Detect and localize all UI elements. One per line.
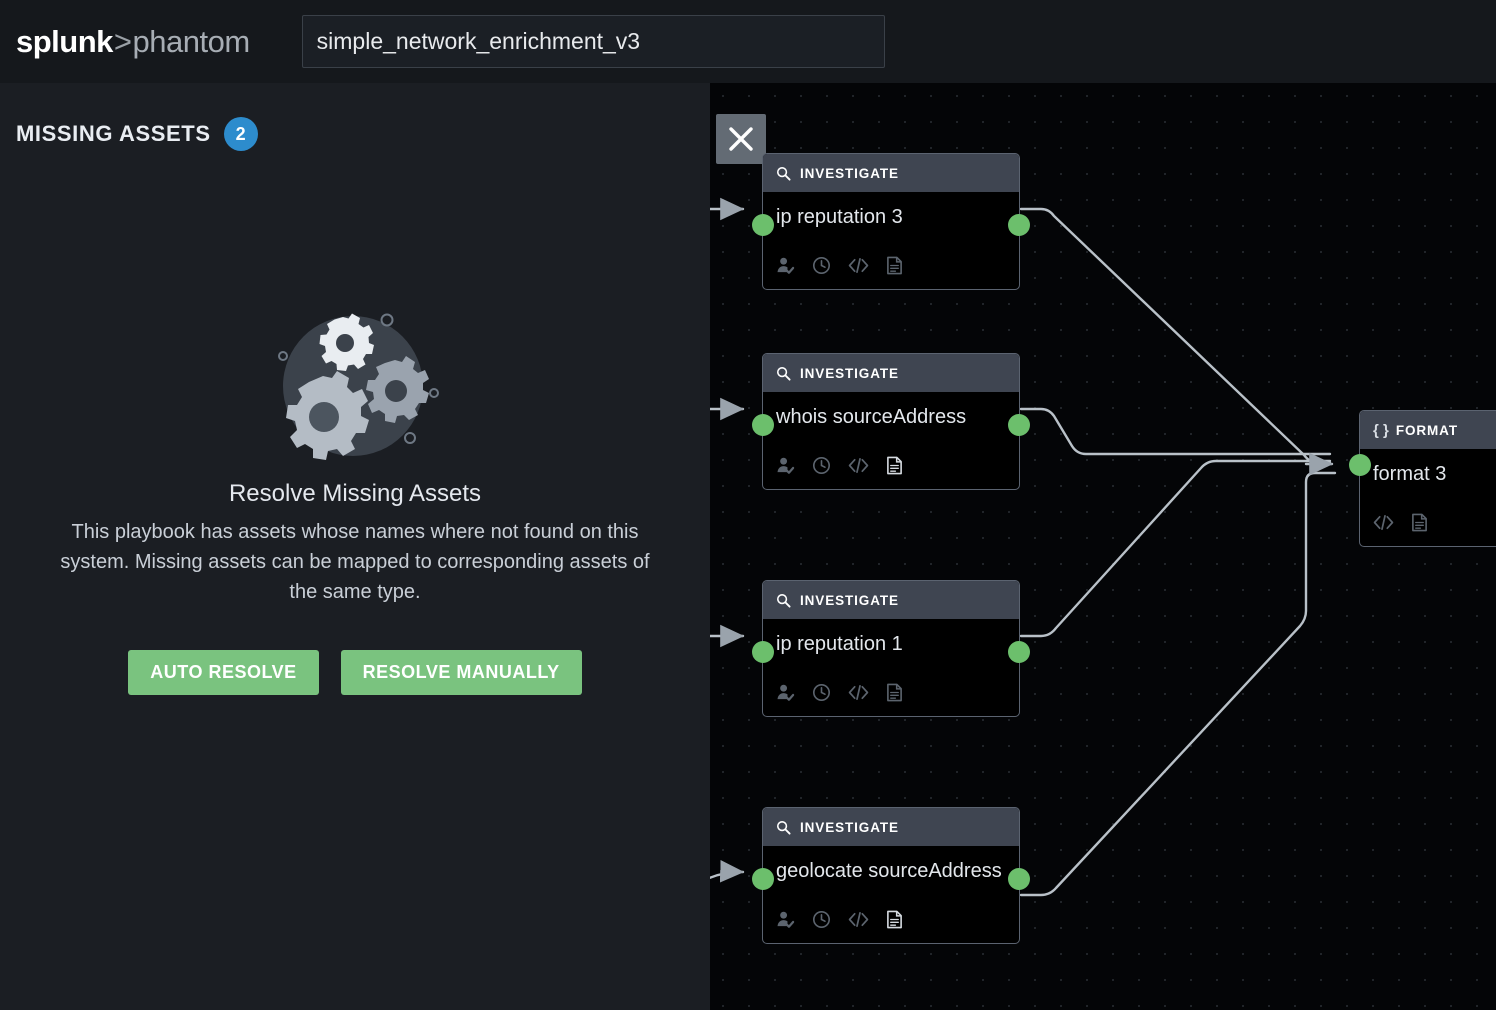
node-input-port[interactable] [752,641,774,663]
approver-icon[interactable] [776,910,795,929]
gears-illustration [278,313,439,460]
app-header: splunk>phantom [0,0,1496,83]
clock-icon[interactable] [812,256,831,275]
note-icon[interactable] [886,256,903,275]
action-node-ip-reputation-1[interactable]: INVESTIGATE ip reputation 1 [752,580,1030,717]
node-kind-label: FORMAT [1395,422,1458,438]
code-icon[interactable] [848,910,869,929]
code-icon[interactable] [848,683,869,702]
node-kind-label: INVESTIGATE [800,365,899,381]
empty-state-description: This playbook has assets whose names whe… [60,521,650,603]
resolve-missing-assets-empty-state: Resolve Missing Assets This playbook has… [0,298,710,695]
panel-header: MISSING ASSETS 2 [16,117,258,151]
braces-icon: { } [1373,421,1389,439]
panel-title: MISSING ASSETS [16,121,211,146]
search-icon [776,593,791,608]
clock-icon[interactable] [812,456,831,475]
splunk-phantom-logo: splunk>phantom [16,24,250,60]
missing-assets-panel: MISSING ASSETS 2 Resolve Missing Assets … [0,83,710,1010]
node-input-port[interactable] [1349,454,1371,476]
auto-resolve-button[interactable]: AUTO RESOLVE [128,650,319,695]
node-header: INVESTIGATE [763,354,1019,392]
node-input-port[interactable] [752,214,774,236]
node-output-port[interactable] [1008,414,1030,436]
empty-state-actions: AUTO RESOLVE RESOLVE MANUALLY [128,650,582,695]
node-kind-label: INVESTIGATE [800,592,899,608]
empty-state-title: Resolve Missing Assets [228,480,482,507]
note-icon[interactable] [886,910,903,929]
node-title: ip reputation 1 [776,633,903,655]
node-footer-icons [763,894,1019,943]
logo-phantom-text: phantom [132,23,251,59]
playbook-name-input[interactable] [301,15,885,68]
note-icon[interactable] [886,456,903,475]
node-header: INVESTIGATE [763,581,1019,619]
node-header: INVESTIGATE [763,154,1019,192]
node-title: format 3 [1373,463,1447,485]
node-footer-icons [763,240,1019,289]
action-node-ip-reputation-3[interactable]: INVESTIGATE ip reputation 3 [752,153,1030,290]
code-icon[interactable] [1373,513,1394,532]
search-icon [776,820,791,835]
format-node-format-3[interactable]: { } FORMAT format 3 [1349,410,1496,547]
action-node-geolocate-sourceaddress[interactable]: INVESTIGATE geolocate sourceAddress [752,807,1030,944]
node-title: geolocate sourceAddress [776,860,1002,882]
note-icon[interactable] [1411,513,1428,532]
missing-assets-count-badge: 2 [223,117,258,151]
logo-caret: > [113,23,132,59]
node-output-port[interactable] [1008,214,1030,236]
node-header: INVESTIGATE [763,808,1019,846]
action-node-whois-sourceaddress[interactable]: INVESTIGATE whois sourceAddress [752,353,1030,490]
node-input-port[interactable] [752,868,774,890]
phantom-playbook-editor: splunk>phantom MISSING ASSETS 2 [0,0,1496,1010]
logo-splunk-text: splunk [16,23,113,59]
search-icon [776,166,791,181]
node-kind-label: INVESTIGATE [800,165,899,181]
node-input-port[interactable] [752,414,774,436]
note-icon[interactable] [886,683,903,702]
code-icon[interactable] [848,256,869,275]
clock-icon[interactable] [812,683,831,702]
playbook-canvas[interactable]: INVESTIGATE ip reputation 3 INVESTIGATE … [710,83,1496,1010]
node-output-port[interactable] [1008,868,1030,890]
approver-icon[interactable] [776,683,795,702]
node-footer-icons [763,667,1019,716]
search-icon [776,366,791,381]
node-output-port[interactable] [1008,641,1030,663]
code-icon[interactable] [848,456,869,475]
approver-icon[interactable] [776,256,795,275]
node-header: { } FORMAT [1360,411,1496,449]
resolve-manually-button[interactable]: RESOLVE MANUALLY [340,650,582,695]
node-title: whois sourceAddress [776,406,967,428]
node-title: ip reputation 3 [776,206,903,228]
node-kind-label: INVESTIGATE [800,819,899,835]
approver-icon[interactable] [776,456,795,475]
clock-icon[interactable] [812,910,831,929]
node-footer-icons [1360,497,1496,546]
node-footer-icons [763,440,1019,489]
